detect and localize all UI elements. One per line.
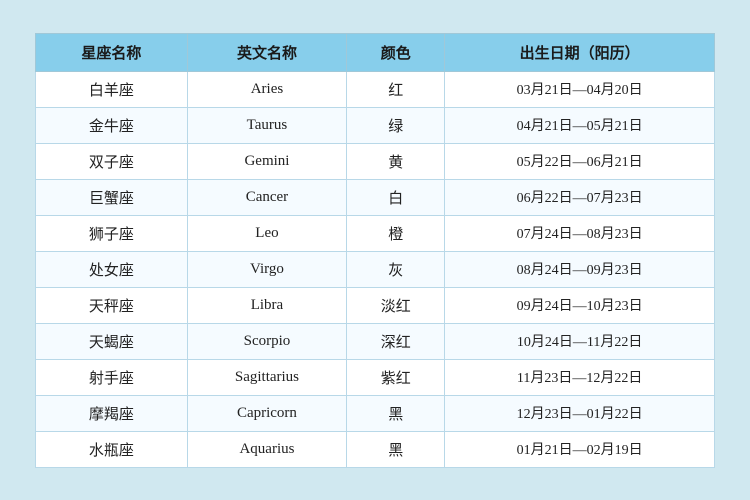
table-wrapper: 星座名称 英文名称 颜色 出生日期（阳历） 白羊座Aries红03月21日—04… (15, 23, 735, 478)
color-name: 灰 (347, 251, 445, 287)
birth-dates: 12月23日—01月22日 (445, 395, 715, 431)
chinese-name: 射手座 (36, 359, 188, 395)
english-name: Gemini (187, 143, 346, 179)
zodiac-table: 星座名称 英文名称 颜色 出生日期（阳历） 白羊座Aries红03月21日—04… (35, 33, 715, 468)
chinese-name: 水瓶座 (36, 431, 188, 467)
birth-dates: 10月24日—11月22日 (445, 323, 715, 359)
english-name: Sagittarius (187, 359, 346, 395)
english-name: Cancer (187, 179, 346, 215)
color-name: 黑 (347, 431, 445, 467)
color-name: 白 (347, 179, 445, 215)
color-name: 橙 (347, 215, 445, 251)
color-name: 淡红 (347, 287, 445, 323)
birth-dates: 03月21日—04月20日 (445, 71, 715, 107)
table-row: 天秤座Libra淡红09月24日—10月23日 (36, 287, 715, 323)
chinese-name: 巨蟹座 (36, 179, 188, 215)
birth-dates: 07月24日—08月23日 (445, 215, 715, 251)
header-english-name: 英文名称 (187, 33, 346, 71)
table-row: 射手座Sagittarius紫红11月23日—12月22日 (36, 359, 715, 395)
chinese-name: 狮子座 (36, 215, 188, 251)
table-row: 天蝎座Scorpio深红10月24日—11月22日 (36, 323, 715, 359)
english-name: Virgo (187, 251, 346, 287)
color-name: 绿 (347, 107, 445, 143)
birth-dates: 09月24日—10月23日 (445, 287, 715, 323)
birth-dates: 11月23日—12月22日 (445, 359, 715, 395)
english-name: Aquarius (187, 431, 346, 467)
table-row: 白羊座Aries红03月21日—04月20日 (36, 71, 715, 107)
header-color: 颜色 (347, 33, 445, 71)
english-name: Libra (187, 287, 346, 323)
color-name: 黄 (347, 143, 445, 179)
chinese-name: 处女座 (36, 251, 188, 287)
table-row: 水瓶座Aquarius黑01月21日—02月19日 (36, 431, 715, 467)
header-birth-date: 出生日期（阳历） (445, 33, 715, 71)
english-name: Taurus (187, 107, 346, 143)
english-name: Aries (187, 71, 346, 107)
color-name: 黑 (347, 395, 445, 431)
table-row: 狮子座Leo橙07月24日—08月23日 (36, 215, 715, 251)
chinese-name: 天蝎座 (36, 323, 188, 359)
english-name: Scorpio (187, 323, 346, 359)
birth-dates: 06月22日—07月23日 (445, 179, 715, 215)
chinese-name: 白羊座 (36, 71, 188, 107)
chinese-name: 天秤座 (36, 287, 188, 323)
chinese-name: 双子座 (36, 143, 188, 179)
table-header-row: 星座名称 英文名称 颜色 出生日期（阳历） (36, 33, 715, 71)
table-row: 巨蟹座Cancer白06月22日—07月23日 (36, 179, 715, 215)
color-name: 深红 (347, 323, 445, 359)
birth-dates: 01月21日—02月19日 (445, 431, 715, 467)
table-row: 摩羯座Capricorn黑12月23日—01月22日 (36, 395, 715, 431)
birth-dates: 04月21日—05月21日 (445, 107, 715, 143)
birth-dates: 05月22日—06月21日 (445, 143, 715, 179)
english-name: Capricorn (187, 395, 346, 431)
birth-dates: 08月24日—09月23日 (445, 251, 715, 287)
header-chinese-name: 星座名称 (36, 33, 188, 71)
color-name: 紫红 (347, 359, 445, 395)
color-name: 红 (347, 71, 445, 107)
table-row: 金牛座Taurus绿04月21日—05月21日 (36, 107, 715, 143)
table-row: 处女座Virgo灰08月24日—09月23日 (36, 251, 715, 287)
chinese-name: 金牛座 (36, 107, 188, 143)
table-row: 双子座Gemini黄05月22日—06月21日 (36, 143, 715, 179)
english-name: Leo (187, 215, 346, 251)
chinese-name: 摩羯座 (36, 395, 188, 431)
